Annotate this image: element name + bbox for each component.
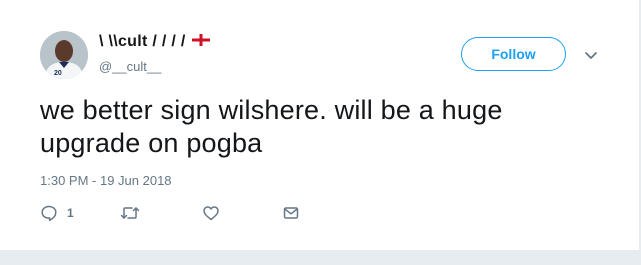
tweet-card: 20 \ \\cult / / / / @__cult__ Follow we …	[0, 0, 640, 250]
reply-button[interactable]: 1	[40, 204, 74, 222]
reply-count: 1	[67, 206, 74, 220]
envelope-icon	[282, 204, 300, 222]
avatar-jersey-number: 20	[54, 70, 62, 77]
england-flag-icon	[191, 33, 210, 51]
heart-icon	[202, 204, 220, 222]
tweet-timestamp[interactable]: 1:30 PM - 19 Jun 2018	[40, 173, 172, 188]
author-handle[interactable]: @__cult__	[99, 59, 161, 74]
retweet-icon	[120, 204, 140, 222]
tweet-actions: 1	[40, 204, 320, 222]
avatar[interactable]: 20	[40, 31, 88, 79]
avatar-image: 20	[40, 31, 88, 79]
tweet-text: we better sign wilshere. will be a huge …	[40, 95, 503, 158]
chevron-down-icon[interactable]	[583, 47, 599, 63]
like-button[interactable]	[202, 204, 220, 222]
direct-message-button[interactable]	[282, 204, 300, 222]
author-display-name[interactable]: \ \\cult / / / /	[99, 33, 186, 51]
follow-button[interactable]: Follow	[461, 37, 566, 71]
reply-icon	[40, 204, 58, 222]
author-name-row[interactable]: \ \\cult / / / /	[99, 33, 210, 51]
retweet-button[interactable]	[120, 204, 140, 222]
